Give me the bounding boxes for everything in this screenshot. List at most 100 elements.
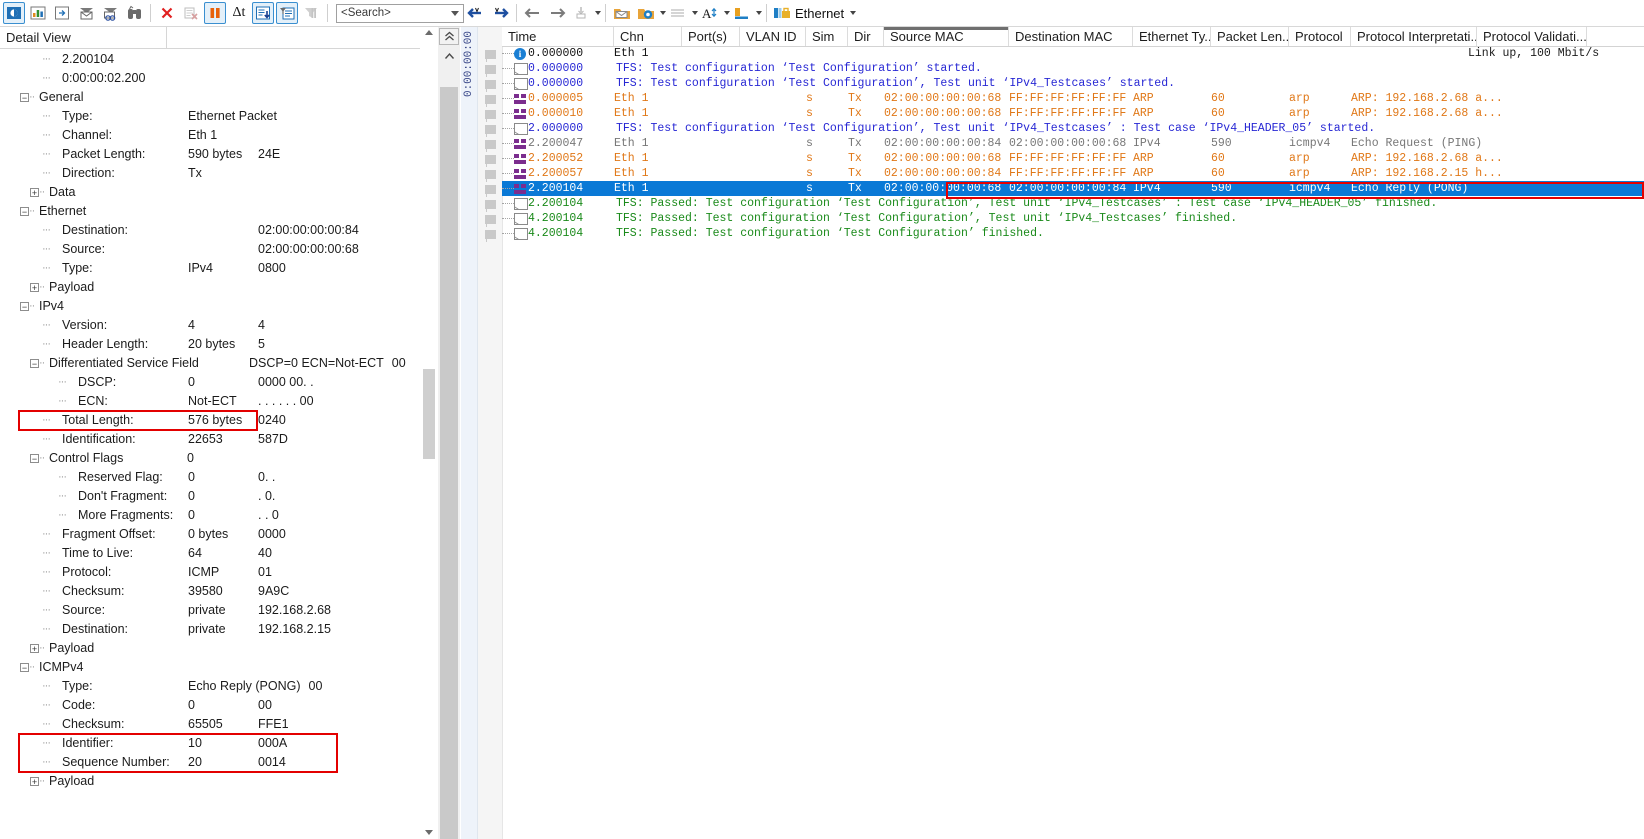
scroll-to-top-button[interactable] bbox=[439, 28, 459, 45]
columns-icon[interactable] bbox=[300, 2, 322, 24]
packet-row[interactable]: 2.200104 TFS: Passed: Test configuration … bbox=[502, 196, 1644, 211]
packet-marker-gutter[interactable] bbox=[478, 27, 503, 839]
row-marker-flag[interactable] bbox=[478, 227, 502, 242]
detail-tree-row[interactable]: ··· 2.200104 bbox=[0, 50, 420, 69]
packet-row[interactable]: 2.200057 Eth 1 s Tx 02:00:00:00:00:84 FF:FF:F… bbox=[502, 166, 1644, 181]
packet-scroll-up-arrow[interactable] bbox=[439, 46, 459, 66]
detail-tree-row[interactable]: ··· Source: private 192.168.2.68 bbox=[0, 601, 420, 620]
find-binoculars-icon[interactable] bbox=[123, 2, 145, 24]
detail-tree-row[interactable]: ··· DSCP: 0 0000 00. . bbox=[0, 373, 420, 392]
packet-row[interactable]: 2.200047 Eth 1 s Tx 02:00:00:00:00:84 02:00:0… bbox=[502, 136, 1644, 151]
packet-row[interactable]: 4.200104 TFS: Passed: Test configuration … bbox=[502, 211, 1644, 226]
detail-tree-row[interactable]: ··· Packet Length: 590 bytes 24E bbox=[0, 145, 420, 164]
detail-tree-row[interactable]: ··· Type: Echo Reply (PONG) 00 bbox=[0, 677, 420, 696]
collapse-toggle-icon[interactable]: − bbox=[20, 93, 29, 102]
chevron-down-icon[interactable] bbox=[451, 10, 459, 16]
detail-tree-row[interactable]: ··· Total Length: 576 bytes 0240 bbox=[0, 411, 420, 430]
packet-list-scrollbar[interactable] bbox=[438, 27, 461, 839]
column-header-chn[interactable]: Chn bbox=[614, 27, 682, 46]
detail-tree-row[interactable]: − ·· Differentiated Service Field DSCP=0 EC… bbox=[0, 354, 420, 373]
filter-window-icon[interactable] bbox=[276, 2, 298, 24]
detail-tree-row[interactable]: − ·· Control Flags 0 bbox=[0, 449, 420, 468]
detail-tree-row[interactable]: ··· More Fragments: 0 . . 0 bbox=[0, 506, 420, 525]
filter-remove-icon[interactable] bbox=[99, 2, 121, 24]
detail-tree-row[interactable]: ··· Sequence Number: 20 0014 bbox=[0, 753, 420, 772]
packet-row[interactable]: 4.200104 TFS: Passed: Test configuration … bbox=[502, 226, 1644, 241]
expand-toggle-icon[interactable]: + bbox=[30, 188, 39, 197]
channel-selector-button[interactable]: Ethernet bbox=[771, 5, 858, 21]
collapse-toggle-icon[interactable]: − bbox=[20, 302, 29, 311]
detail-tree-row[interactable]: ··· Checksum: 65505 FFE1 bbox=[0, 715, 420, 734]
row-spacing-icon[interactable] bbox=[667, 2, 689, 24]
delta-time-icon[interactable]: Δt bbox=[228, 2, 250, 24]
pause-icon[interactable] bbox=[204, 2, 226, 24]
detail-tree-row[interactable]: ··· Protocol: ICMP 01 bbox=[0, 563, 420, 582]
column-header-sim[interactable]: Sim bbox=[806, 27, 848, 46]
row-marker-flag[interactable] bbox=[478, 167, 502, 182]
row-marker-flag[interactable] bbox=[478, 62, 502, 77]
collapse-toggle-icon[interactable]: − bbox=[20, 207, 29, 216]
column-header-protocol-validati[interactable]: Protocol Validati... bbox=[1477, 27, 1587, 46]
packet-row[interactable]: 2.000000 TFS: Test configuration ‘Test Co… bbox=[502, 121, 1644, 136]
detail-tree-row[interactable]: − ·· General bbox=[0, 88, 420, 107]
search-input[interactable]: <Search> bbox=[336, 3, 464, 23]
scroll-down-arrow[interactable] bbox=[423, 827, 435, 837]
detail-tree-row[interactable]: ··· Version: 4 4 bbox=[0, 316, 420, 335]
row-marker-flag[interactable] bbox=[478, 77, 502, 92]
detail-tree-row[interactable]: ··· Reserved Flag: 0 0. . bbox=[0, 468, 420, 487]
row-spacing-caret[interactable] bbox=[692, 11, 698, 15]
detail-tree-row[interactable]: ··· Fragment Offset: 0 bytes 0000 bbox=[0, 525, 420, 544]
expand-toggle-icon[interactable]: + bbox=[30, 283, 39, 292]
export-icon[interactable] bbox=[51, 2, 73, 24]
row-marker-flag[interactable] bbox=[478, 107, 502, 122]
column-header-source-mac[interactable]: Source MAC bbox=[884, 27, 1009, 46]
expand-toggle-icon[interactable]: + bbox=[30, 644, 39, 653]
detail-tree-row[interactable]: ··· Type: Ethernet Packet bbox=[0, 107, 420, 126]
column-layout-caret[interactable] bbox=[756, 11, 762, 15]
filter-mail-icon[interactable] bbox=[75, 2, 97, 24]
row-marker-flag[interactable] bbox=[478, 92, 502, 107]
detail-tree-row[interactable]: ··· Header Length: 20 bytes 5 bbox=[0, 335, 420, 354]
detail-tree-row[interactable]: ··· Direction: Tx bbox=[0, 164, 420, 183]
open-folder-icon[interactable] bbox=[611, 2, 633, 24]
channel-selector-caret[interactable] bbox=[850, 11, 857, 15]
statistics-icon[interactable] bbox=[27, 2, 49, 24]
font-size-icon[interactable]: A bbox=[699, 2, 721, 24]
collapse-toggle-icon[interactable]: − bbox=[30, 359, 39, 368]
column-header-packet-len[interactable]: Packet Len... bbox=[1211, 27, 1289, 46]
packet-row[interactable]: 0.000000 TFS: Test configuration ‘Test Co… bbox=[502, 76, 1644, 91]
detail-tree-row[interactable]: + ·· Data bbox=[0, 183, 420, 202]
goto-marker-icon[interactable] bbox=[570, 2, 592, 24]
detail-tree-row[interactable]: ··· Destination: 02:00:00:00:00:84 bbox=[0, 221, 420, 240]
row-marker-flag[interactable] bbox=[478, 212, 502, 227]
packet-row[interactable]: 2.200052 Eth 1 s Tx 02:00:00:00:00:68 FF:FF:F… bbox=[502, 151, 1644, 166]
detail-tree-row[interactable]: ··· Type: IPv4 0800 bbox=[0, 259, 420, 278]
column-layout-icon[interactable] bbox=[731, 2, 753, 24]
scroll-to-end-icon[interactable] bbox=[252, 2, 274, 24]
navigate-back-icon[interactable] bbox=[522, 2, 544, 24]
column-header-destination-mac[interactable]: Destination MAC bbox=[1009, 27, 1133, 46]
detail-tree-row[interactable]: + ·· Payload bbox=[0, 278, 420, 297]
packet-list-body[interactable]: i 0.000000 Eth 1 0.000000 TFS: Test configur… bbox=[502, 46, 1644, 839]
detail-tree-row[interactable]: + ·· Payload bbox=[0, 772, 420, 791]
packet-row[interactable]: 2.200104 Eth 1 s Tx 02:00:00:00:00:68 02:00:0… bbox=[502, 181, 1644, 196]
measurement-setup-icon[interactable] bbox=[3, 2, 25, 24]
packet-list-header[interactable]: Time Chn Port(s) VLAN ID Sim Dir Source MAC Des… bbox=[502, 27, 1644, 47]
configure-view-caret[interactable] bbox=[660, 11, 666, 15]
detail-tree-row[interactable]: ··· 0:00:00:02.200 bbox=[0, 69, 420, 88]
packet-row[interactable]: 0.000005 Eth 1 s Tx 02:00:00:00:00:68 FF:FF:F… bbox=[502, 91, 1644, 106]
font-size-caret[interactable] bbox=[724, 11, 730, 15]
row-marker-flag[interactable] bbox=[478, 182, 502, 197]
detail-view-scrollbar[interactable] bbox=[420, 27, 438, 839]
goto-marker-dropdown-caret[interactable] bbox=[595, 11, 601, 15]
row-marker-flag[interactable] bbox=[478, 137, 502, 152]
column-header-ethernet-ty[interactable]: Ethernet Ty... bbox=[1133, 27, 1211, 46]
row-marker-flag[interactable] bbox=[478, 47, 502, 62]
row-marker-flag[interactable] bbox=[478, 122, 502, 137]
packet-row[interactable]: 0.000010 Eth 1 s Tx 02:00:00:00:00:68 FF:FF:F… bbox=[502, 106, 1644, 121]
detail-tree-row[interactable]: − ·· ICMPv4 bbox=[0, 658, 420, 677]
detail-tree-row[interactable]: ··· Identification: 22653 587D bbox=[0, 430, 420, 449]
collapse-toggle-icon[interactable]: − bbox=[30, 454, 39, 463]
detail-tree-row[interactable]: ··· Code: 0 00 bbox=[0, 696, 420, 715]
scroll-up-arrow[interactable] bbox=[423, 27, 435, 37]
